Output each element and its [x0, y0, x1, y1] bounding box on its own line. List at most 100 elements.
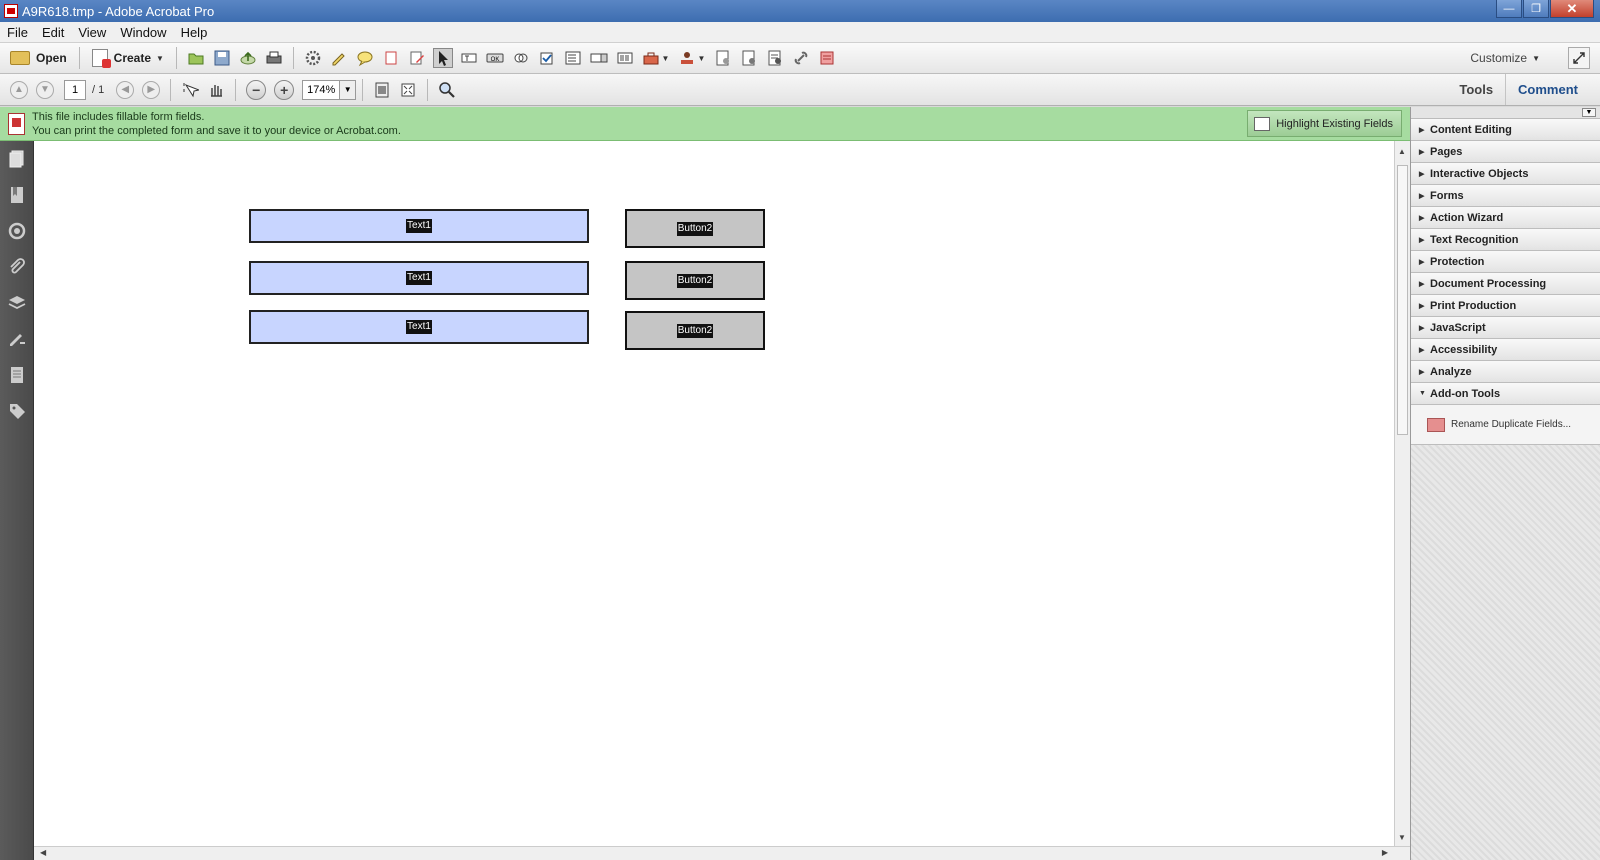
select-object-icon[interactable]	[432, 48, 453, 68]
scrollbar-thumb[interactable]	[1397, 165, 1408, 435]
open-button[interactable]: Open	[4, 46, 73, 70]
list-box-tool-icon[interactable]	[563, 48, 583, 68]
close-button[interactable]: ✕	[1550, 0, 1594, 18]
tags-icon[interactable]	[0, 393, 34, 429]
panel-section-label: Print Production	[1430, 299, 1517, 312]
panel-section-javascript[interactable]: ▶ JavaScript	[1411, 317, 1600, 339]
panel-section-protection[interactable]: ▶ Protection	[1411, 251, 1600, 273]
scroll-left-icon[interactable]: ◀	[40, 848, 46, 857]
field-name-label: Text1	[406, 271, 432, 285]
stamp-icon[interactable]: ▼	[677, 48, 707, 68]
print-icon[interactable]	[264, 48, 284, 68]
text-field-tool-icon[interactable]	[459, 48, 479, 68]
rename-fields-icon	[1427, 417, 1445, 432]
create-button[interactable]: Create ▼	[86, 46, 170, 70]
select-tool-icon[interactable]	[180, 80, 200, 100]
checkbox-tool-icon[interactable]	[537, 48, 557, 68]
open-folder-icon[interactable]	[186, 48, 206, 68]
menu-window[interactable]: Window	[113, 25, 173, 40]
text-field[interactable]: Text1	[249, 209, 589, 243]
page-number-input[interactable]: 1	[64, 79, 86, 100]
scroll-down-icon[interactable]: ▼	[1398, 833, 1406, 842]
text-field[interactable]: Text1	[249, 310, 589, 344]
chevron-down-icon: ▼	[1419, 390, 1426, 397]
customize-button[interactable]: Customize ▼	[1470, 43, 1540, 73]
comment-bubble-icon[interactable]	[355, 48, 375, 68]
tab-comment[interactable]: Comment	[1505, 74, 1590, 105]
form-options-icon[interactable]	[713, 48, 733, 68]
vertical-scrollbar[interactable]: ▲ ▼	[1394, 141, 1410, 846]
panel-section-pages[interactable]: ▶ Pages	[1411, 141, 1600, 163]
highlight-existing-fields-button[interactable]: Highlight Existing Fields	[1247, 110, 1402, 137]
panel-section-content-editing[interactable]: ▶ Content Editing	[1411, 119, 1600, 141]
save-icon[interactable]	[212, 48, 232, 68]
back-view-icon[interactable]: ◀	[116, 80, 135, 99]
find-search-icon[interactable]	[437, 80, 457, 100]
panel-section-text-recognition[interactable]: ▶ Text Recognition	[1411, 229, 1600, 251]
panel-section-print-production[interactable]: ▶ Print Production	[1411, 295, 1600, 317]
navigation-toolbar: ▲ ▼ 1 / 1 ◀ ▶ − + 174% ▼ Tools Comment	[0, 74, 1600, 106]
panel-section-document-processing[interactable]: ▶ Document Processing	[1411, 273, 1600, 295]
hand-tool-icon[interactable]	[206, 80, 226, 100]
horizontal-scrollbar[interactable]: ◀ ▶	[34, 846, 1410, 860]
minimize-button[interactable]: —	[1496, 0, 1522, 18]
model-tree-icon[interactable]	[0, 321, 34, 357]
zoom-select[interactable]: 174% ▼	[302, 79, 357, 100]
toolbar-separator	[78, 47, 80, 69]
rename-duplicate-fields-link[interactable]: Rename Duplicate Fields...	[1451, 419, 1571, 430]
toolbox-icon[interactable]: ▼	[641, 48, 671, 68]
panel-options-icon[interactable]: ▼	[1582, 108, 1596, 117]
next-page-icon[interactable]: ▼	[36, 80, 54, 99]
attachment-icon[interactable]	[0, 249, 34, 285]
tab-tools[interactable]: Tools	[1447, 74, 1505, 105]
zoom-in-icon[interactable]: +	[274, 79, 295, 100]
panel-section-interactive-objects[interactable]: ▶ Interactive Objects	[1411, 163, 1600, 185]
form-button[interactable]: Button2	[625, 311, 765, 350]
panel-section-label: Text Recognition	[1430, 233, 1519, 246]
pages-icon[interactable]	[0, 141, 34, 177]
document-settings-icon[interactable]	[739, 48, 759, 68]
settings-gear-icon[interactable]	[303, 48, 323, 68]
menu-file[interactable]: File	[0, 25, 35, 40]
bookmark-icon[interactable]	[0, 177, 34, 213]
chevron-down-icon[interactable]: ▼	[339, 80, 356, 99]
crop-icon[interactable]	[381, 48, 401, 68]
menu-view[interactable]: View	[71, 25, 113, 40]
layers-icon[interactable]	[0, 285, 34, 321]
menu-help[interactable]: Help	[174, 25, 215, 40]
sign-pen-icon[interactable]	[329, 48, 349, 68]
form-button[interactable]: Button2	[625, 209, 765, 248]
forward-view-icon[interactable]: ▶	[142, 80, 161, 99]
fullscreen-expand-icon[interactable]	[1568, 47, 1590, 69]
form-button[interactable]: Button2	[625, 261, 765, 300]
button-tool-icon[interactable]: OK	[485, 48, 505, 68]
scroll-right-icon[interactable]: ▶	[1382, 848, 1388, 857]
restore-button[interactable]: ❐	[1523, 0, 1549, 18]
menu-bar: File Edit View Window Help	[0, 22, 1600, 43]
highlight-fields-icon	[1254, 116, 1271, 131]
chevron-right-icon: ▶	[1419, 280, 1425, 288]
panel-section-analyze[interactable]: ▶ Analyze	[1411, 361, 1600, 383]
barcode-tool-icon[interactable]	[615, 48, 635, 68]
scroll-up-icon[interactable]: ▲	[1398, 147, 1406, 156]
edit-document-icon[interactable]	[407, 48, 427, 68]
content-icon[interactable]	[0, 357, 34, 393]
text-field[interactable]: Text1	[249, 261, 589, 295]
document-properties-icon[interactable]	[765, 48, 785, 68]
radio-button-tool-icon[interactable]	[511, 48, 531, 68]
dropdown-tool-icon[interactable]	[589, 48, 609, 68]
fit-page-icon[interactable]	[372, 80, 392, 100]
chevron-right-icon: ▶	[1419, 236, 1425, 244]
panel-section-accessibility[interactable]: ▶ Accessibility	[1411, 339, 1600, 361]
rename-fields-icon[interactable]	[817, 48, 837, 68]
menu-edit[interactable]: Edit	[35, 25, 71, 40]
signature-icon[interactable]	[0, 213, 34, 249]
panel-section-add-on-tools[interactable]: ▼ Add-on Tools	[1411, 383, 1600, 405]
panel-section-action-wizard[interactable]: ▶ Action Wizard	[1411, 207, 1600, 229]
zoom-out-icon[interactable]: −	[246, 79, 267, 100]
link-icon[interactable]	[791, 48, 811, 68]
panel-section-forms[interactable]: ▶ Forms	[1411, 185, 1600, 207]
full-screen-icon[interactable]	[398, 80, 418, 100]
previous-page-icon[interactable]: ▲	[10, 80, 28, 99]
upload-cloud-icon[interactable]	[238, 48, 258, 68]
